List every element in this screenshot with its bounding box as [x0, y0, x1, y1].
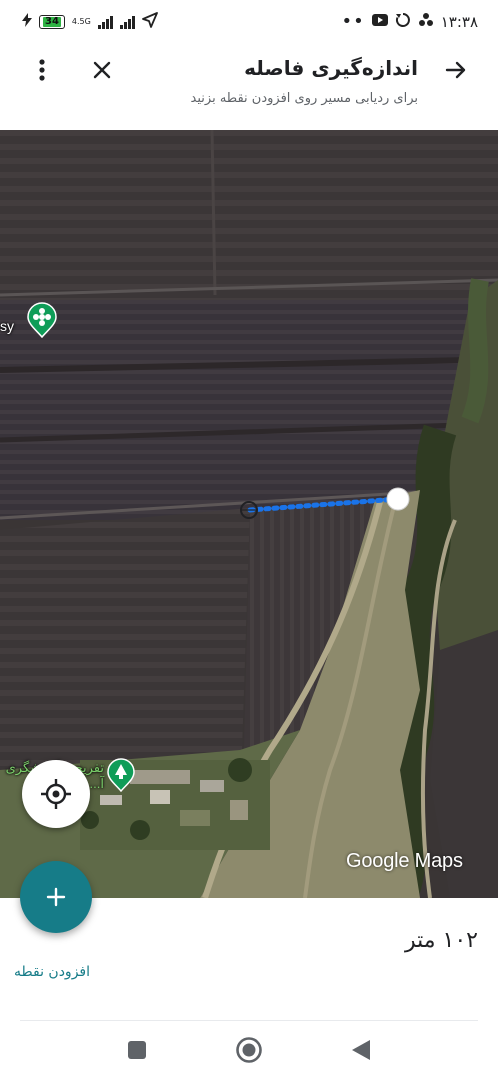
sync-icon	[395, 12, 411, 32]
home-button[interactable]	[234, 1035, 264, 1065]
more-options-button[interactable]	[26, 54, 58, 86]
signal-icon	[97, 15, 113, 29]
network-type: 4.5G	[71, 17, 91, 26]
close-button[interactable]	[86, 54, 118, 86]
crosshair-icon	[41, 779, 71, 809]
poi-tree-icon[interactable]	[106, 758, 136, 792]
status-bar: 34 4.5G •• ۱۳:۳۸	[0, 0, 498, 44]
divider	[20, 1020, 478, 1021]
triangle-back-icon	[352, 1040, 370, 1060]
end-point-marker[interactable]	[386, 487, 410, 511]
status-left: 34 4.5G	[22, 12, 158, 32]
clock: ۱۳:۳۸	[440, 13, 478, 31]
page-subtitle: برای ردیابی مسیر روی افزودن نقطه بزنید	[190, 91, 418, 106]
square-icon	[128, 1041, 146, 1059]
location-arrow-icon	[141, 12, 158, 32]
close-icon	[93, 61, 111, 79]
measure-line	[247, 496, 401, 513]
arrow-forward-icon	[445, 61, 466, 79]
app-notification-icon	[418, 12, 434, 32]
map-view[interactable]: sy تفریحی گردشگری آ... Google Maps	[0, 130, 498, 898]
youtube-icon	[371, 13, 388, 31]
signal-icon-2	[119, 15, 135, 29]
battery-icon: 34	[39, 15, 65, 29]
add-point-label[interactable]: افزودن نقطه	[14, 964, 90, 980]
poi-flower-icon[interactable]	[26, 302, 58, 338]
charging-icon	[22, 13, 32, 31]
more-notifications: ••	[341, 11, 365, 32]
system-nav-bar	[0, 1022, 498, 1080]
google-maps-attribution: Google Maps	[346, 850, 463, 872]
nav-back-button[interactable]	[346, 1035, 376, 1065]
my-location-button[interactable]	[22, 760, 90, 828]
recents-button[interactable]	[122, 1035, 152, 1065]
plus-icon	[46, 887, 66, 907]
page-title: اندازه‌گیری فاصله	[244, 56, 418, 80]
circle-home-icon	[236, 1037, 262, 1063]
more-vert-icon	[39, 59, 45, 81]
status-right: •• ۱۳:۳۸	[341, 12, 478, 32]
back-button[interactable]	[440, 54, 472, 86]
poi-label[interactable]: sy	[0, 318, 14, 334]
app-bar: اندازه‌گیری فاصله برای ردیابی مسیر روی ا…	[0, 44, 498, 130]
distance-value: ۱۰۲ متر	[404, 928, 478, 953]
add-point-fab[interactable]	[20, 861, 92, 933]
